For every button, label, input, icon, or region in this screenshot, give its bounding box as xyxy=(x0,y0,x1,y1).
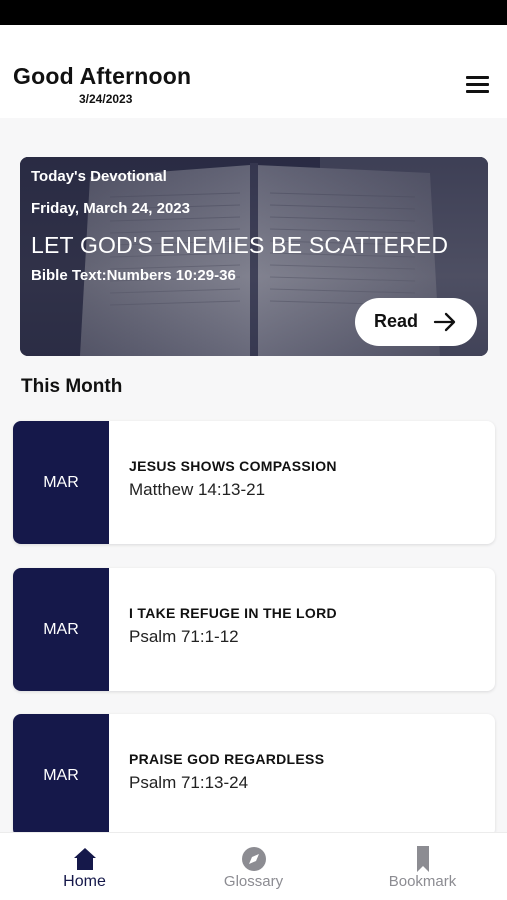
section-title: This Month xyxy=(21,376,123,397)
devotional-list-item[interactable]: MAR I TAKE REFUGE IN THE LORD Psalm 71:1… xyxy=(13,568,495,691)
bottom-tab-bar: Home Glossary Bookmark xyxy=(0,832,507,900)
todays-devotional-card[interactable]: Today's Devotional Friday, March 24, 202… xyxy=(20,157,488,356)
tab-glossary-label: Glossary xyxy=(223,873,284,890)
devotional-date: Friday, March 24, 2023 xyxy=(31,200,190,217)
devotional-label: Today's Devotional xyxy=(31,168,167,185)
devotional-item-reference: Matthew 14:13-21 xyxy=(129,480,266,499)
devotional-list-item[interactable]: MAR JESUS SHOWS COMPASSION Matthew 14:13… xyxy=(13,421,495,544)
menu-button[interactable] xyxy=(462,72,492,98)
hamburger-menu-icon xyxy=(466,76,489,79)
tab-home[interactable]: Home xyxy=(0,833,169,900)
greeting-title: Good Afternoon xyxy=(13,63,192,89)
compass-icon xyxy=(241,847,266,871)
current-date: 3/24/2023 xyxy=(79,92,133,106)
read-button-label: Read xyxy=(374,311,419,331)
devotional-item-reference: Psalm 71:1-12 xyxy=(129,627,239,646)
arrow-right-icon xyxy=(433,312,456,332)
tab-bookmark[interactable]: Bookmark xyxy=(338,833,507,900)
month-badge: MAR xyxy=(13,568,109,691)
month-badge: MAR xyxy=(13,714,109,837)
tab-glossary[interactable]: Glossary xyxy=(169,833,338,900)
devotional-item-title: PRAISE GOD REGARDLESS xyxy=(129,751,325,767)
bookmark-icon xyxy=(416,846,429,872)
devotional-item-title: I TAKE REFUGE IN THE LORD xyxy=(129,605,337,621)
month-badge: MAR xyxy=(13,421,109,544)
app-header: Good Afternoon 3/24/2023 xyxy=(0,25,507,118)
devotional-title: LET GOD'S ENEMIES BE SCATTERED xyxy=(31,232,449,258)
home-icon xyxy=(73,848,96,870)
devotional-item-reference: Psalm 71:13-24 xyxy=(129,773,249,792)
read-button[interactable]: Read xyxy=(355,298,477,346)
devotional-list-item[interactable]: MAR PRAISE GOD REGARDLESS Psalm 71:13-24 xyxy=(13,714,495,837)
devotional-item-title: JESUS SHOWS COMPASSION xyxy=(129,458,337,474)
status-bar xyxy=(0,0,507,25)
tab-bookmark-label: Bookmark xyxy=(388,873,457,890)
bible-text: Bible Text:Numbers 10:29-36 xyxy=(31,267,236,284)
tab-home-label: Home xyxy=(63,873,106,890)
